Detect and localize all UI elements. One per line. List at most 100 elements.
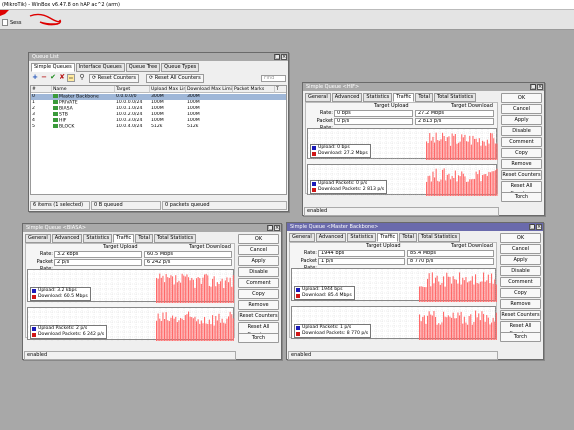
copy-button[interactable]: Copy: [238, 289, 279, 299]
tab-total-statistics[interactable]: Total Statistics: [418, 233, 461, 242]
tab-total-statistics[interactable]: Total Statistics: [434, 93, 477, 102]
col-download-max[interactable]: Download Max Limit: [186, 86, 233, 93]
tab-advanced[interactable]: Advanced: [331, 93, 363, 102]
queue-list-titlebar[interactable]: Queue List □ ×: [29, 53, 288, 61]
disable-button[interactable]: Disable: [501, 126, 542, 136]
cancel-button[interactable]: Cancel: [238, 245, 279, 255]
tab-general[interactable]: General: [289, 233, 315, 242]
apply-button[interactable]: Apply: [238, 256, 279, 266]
comment-button[interactable]: Comment: [238, 278, 279, 288]
graph-bar: [462, 173, 464, 196]
restore-icon[interactable]: □: [267, 225, 273, 231]
col-target[interactable]: Target: [115, 86, 150, 93]
tab-general[interactable]: General: [305, 93, 331, 102]
graph-bar: [478, 170, 480, 196]
tab-queue-tree[interactable]: Queue Tree: [125, 63, 161, 72]
graph-bar: [197, 319, 199, 341]
reset-all-counters-button[interactable]: ⟳ Reset All Counters: [146, 74, 204, 83]
disable-button[interactable]: Disable: [500, 266, 541, 276]
comment-button[interactable]: Comment: [501, 137, 542, 147]
find-input[interactable]: Find: [261, 75, 286, 82]
reset-counters-button[interactable]: Reset Counters: [500, 310, 541, 320]
tab-traffic[interactable]: Traffic: [393, 93, 415, 102]
tab-interface-queues[interactable]: Interface Queues: [75, 63, 125, 72]
graph-bar: [480, 181, 482, 196]
traffic-graph: Upload: 1944 bps Download: 85.4 Mbps: [291, 268, 497, 302]
remove-button[interactable]: Remove: [500, 299, 541, 309]
col-t[interactable]: T: [275, 86, 286, 93]
graph-bar: [459, 141, 461, 160]
graph-bar: [494, 321, 496, 340]
remove-button[interactable]: Remove: [238, 300, 279, 310]
torch-button[interactable]: Torch: [500, 332, 541, 342]
cancel-button[interactable]: Cancel: [500, 244, 541, 254]
col-upload-max[interactable]: Upload Max Limit: [150, 86, 186, 93]
tab-statistics[interactable]: Statistics: [347, 233, 377, 242]
comment-button[interactable]: Comment: [500, 277, 541, 287]
filter-icon[interactable]: ⚲: [78, 74, 86, 82]
window-titlebar[interactable]: Simple Queue <Master Backbone> □ ×: [287, 223, 543, 231]
session-icon[interactable]: [2, 19, 8, 26]
cancel-button[interactable]: Cancel: [501, 104, 542, 114]
restore-icon[interactable]: □: [529, 224, 535, 230]
enable-icon[interactable]: ✔: [49, 74, 57, 82]
comment-icon[interactable]: ▭: [67, 74, 75, 82]
close-icon[interactable]: ×: [281, 54, 287, 60]
disable-icon[interactable]: ✘: [58, 74, 66, 82]
tab-advanced[interactable]: Advanced: [51, 234, 83, 243]
tab-general[interactable]: General: [25, 234, 51, 243]
tab-traffic[interactable]: Traffic: [113, 234, 135, 243]
legend-download: Download Packets: 6 242 p/s: [38, 332, 105, 337]
copy-button[interactable]: Copy: [500, 288, 541, 298]
tab-total[interactable]: Total: [415, 93, 433, 102]
torch-button[interactable]: Torch: [501, 192, 542, 202]
window-titlebar[interactable]: Simple Queue <HIF> □ ×: [303, 83, 544, 91]
reset-counters-button[interactable]: ⟳ Reset Counters: [89, 74, 139, 83]
torch-button[interactable]: Torch: [238, 333, 279, 343]
tab-total[interactable]: Total: [399, 233, 417, 242]
session-menu[interactable]: Sess: [10, 20, 21, 26]
tab-total-statistics[interactable]: Total Statistics: [154, 234, 197, 243]
graph-bar: [172, 315, 174, 341]
disable-button[interactable]: Disable: [238, 267, 279, 277]
simple-queue-window-biasa: Simple Queue <BIASA> □ × General Advanced S…: [22, 223, 282, 360]
graph-bar: [183, 320, 185, 341]
apply-button[interactable]: Apply: [500, 255, 541, 265]
app-title-bar: (MikroTik) - WinBox v6.47.8 on hAP ac^2 …: [0, 0, 574, 10]
copy-button[interactable]: Copy: [501, 148, 542, 158]
graph-bar: [462, 137, 464, 160]
col-packet-marks[interactable]: Packet Marks: [233, 86, 275, 93]
graph-bar: [427, 176, 429, 196]
window-titlebar[interactable]: Simple Queue <BIASA> □ ×: [23, 224, 281, 232]
col-name[interactable]: Name: [52, 86, 115, 93]
tab-total[interactable]: Total: [135, 234, 153, 243]
col-num[interactable]: #: [31, 86, 52, 93]
remove-icon[interactable]: −: [40, 74, 48, 82]
tab-advanced[interactable]: Advanced: [315, 233, 347, 242]
packets-graph: Upload Packets: 1 p/s Download Packets: …: [291, 306, 497, 340]
remove-button[interactable]: Remove: [501, 159, 542, 169]
close-icon[interactable]: ×: [274, 225, 280, 231]
ok-button[interactable]: OK: [500, 233, 541, 243]
ok-button[interactable]: OK: [238, 234, 279, 244]
tab-queue-types[interactable]: Queue Types: [161, 63, 200, 72]
graph-bar: [486, 139, 488, 160]
simple-queue-window-master: Simple Queue <Master Backbone> □ × Genera…: [286, 222, 544, 360]
graph-bar: [465, 276, 467, 302]
reset-counters-button[interactable]: Reset Counters: [238, 311, 279, 321]
tab-statistics[interactable]: Statistics: [363, 93, 393, 102]
tab-statistics[interactable]: Statistics: [83, 234, 113, 243]
apply-button[interactable]: Apply: [501, 115, 542, 125]
add-icon[interactable]: +: [31, 74, 39, 82]
tab-traffic[interactable]: Traffic: [377, 233, 399, 242]
restore-icon[interactable]: □: [274, 54, 280, 60]
close-icon[interactable]: ×: [536, 224, 542, 230]
table-row[interactable]: 5 BLOCK 10.0.4.0/24 512k 512k: [31, 124, 286, 130]
restore-icon[interactable]: □: [530, 84, 536, 90]
tab-simple-queues[interactable]: Simple Queues: [31, 63, 75, 72]
ok-button[interactable]: OK: [501, 93, 542, 103]
window-title: Simple Queue <Master Backbone>: [290, 224, 379, 230]
graph-bar: [486, 314, 488, 340]
reset-counters-button[interactable]: Reset Counters: [501, 170, 542, 180]
close-icon[interactable]: ×: [537, 84, 543, 90]
